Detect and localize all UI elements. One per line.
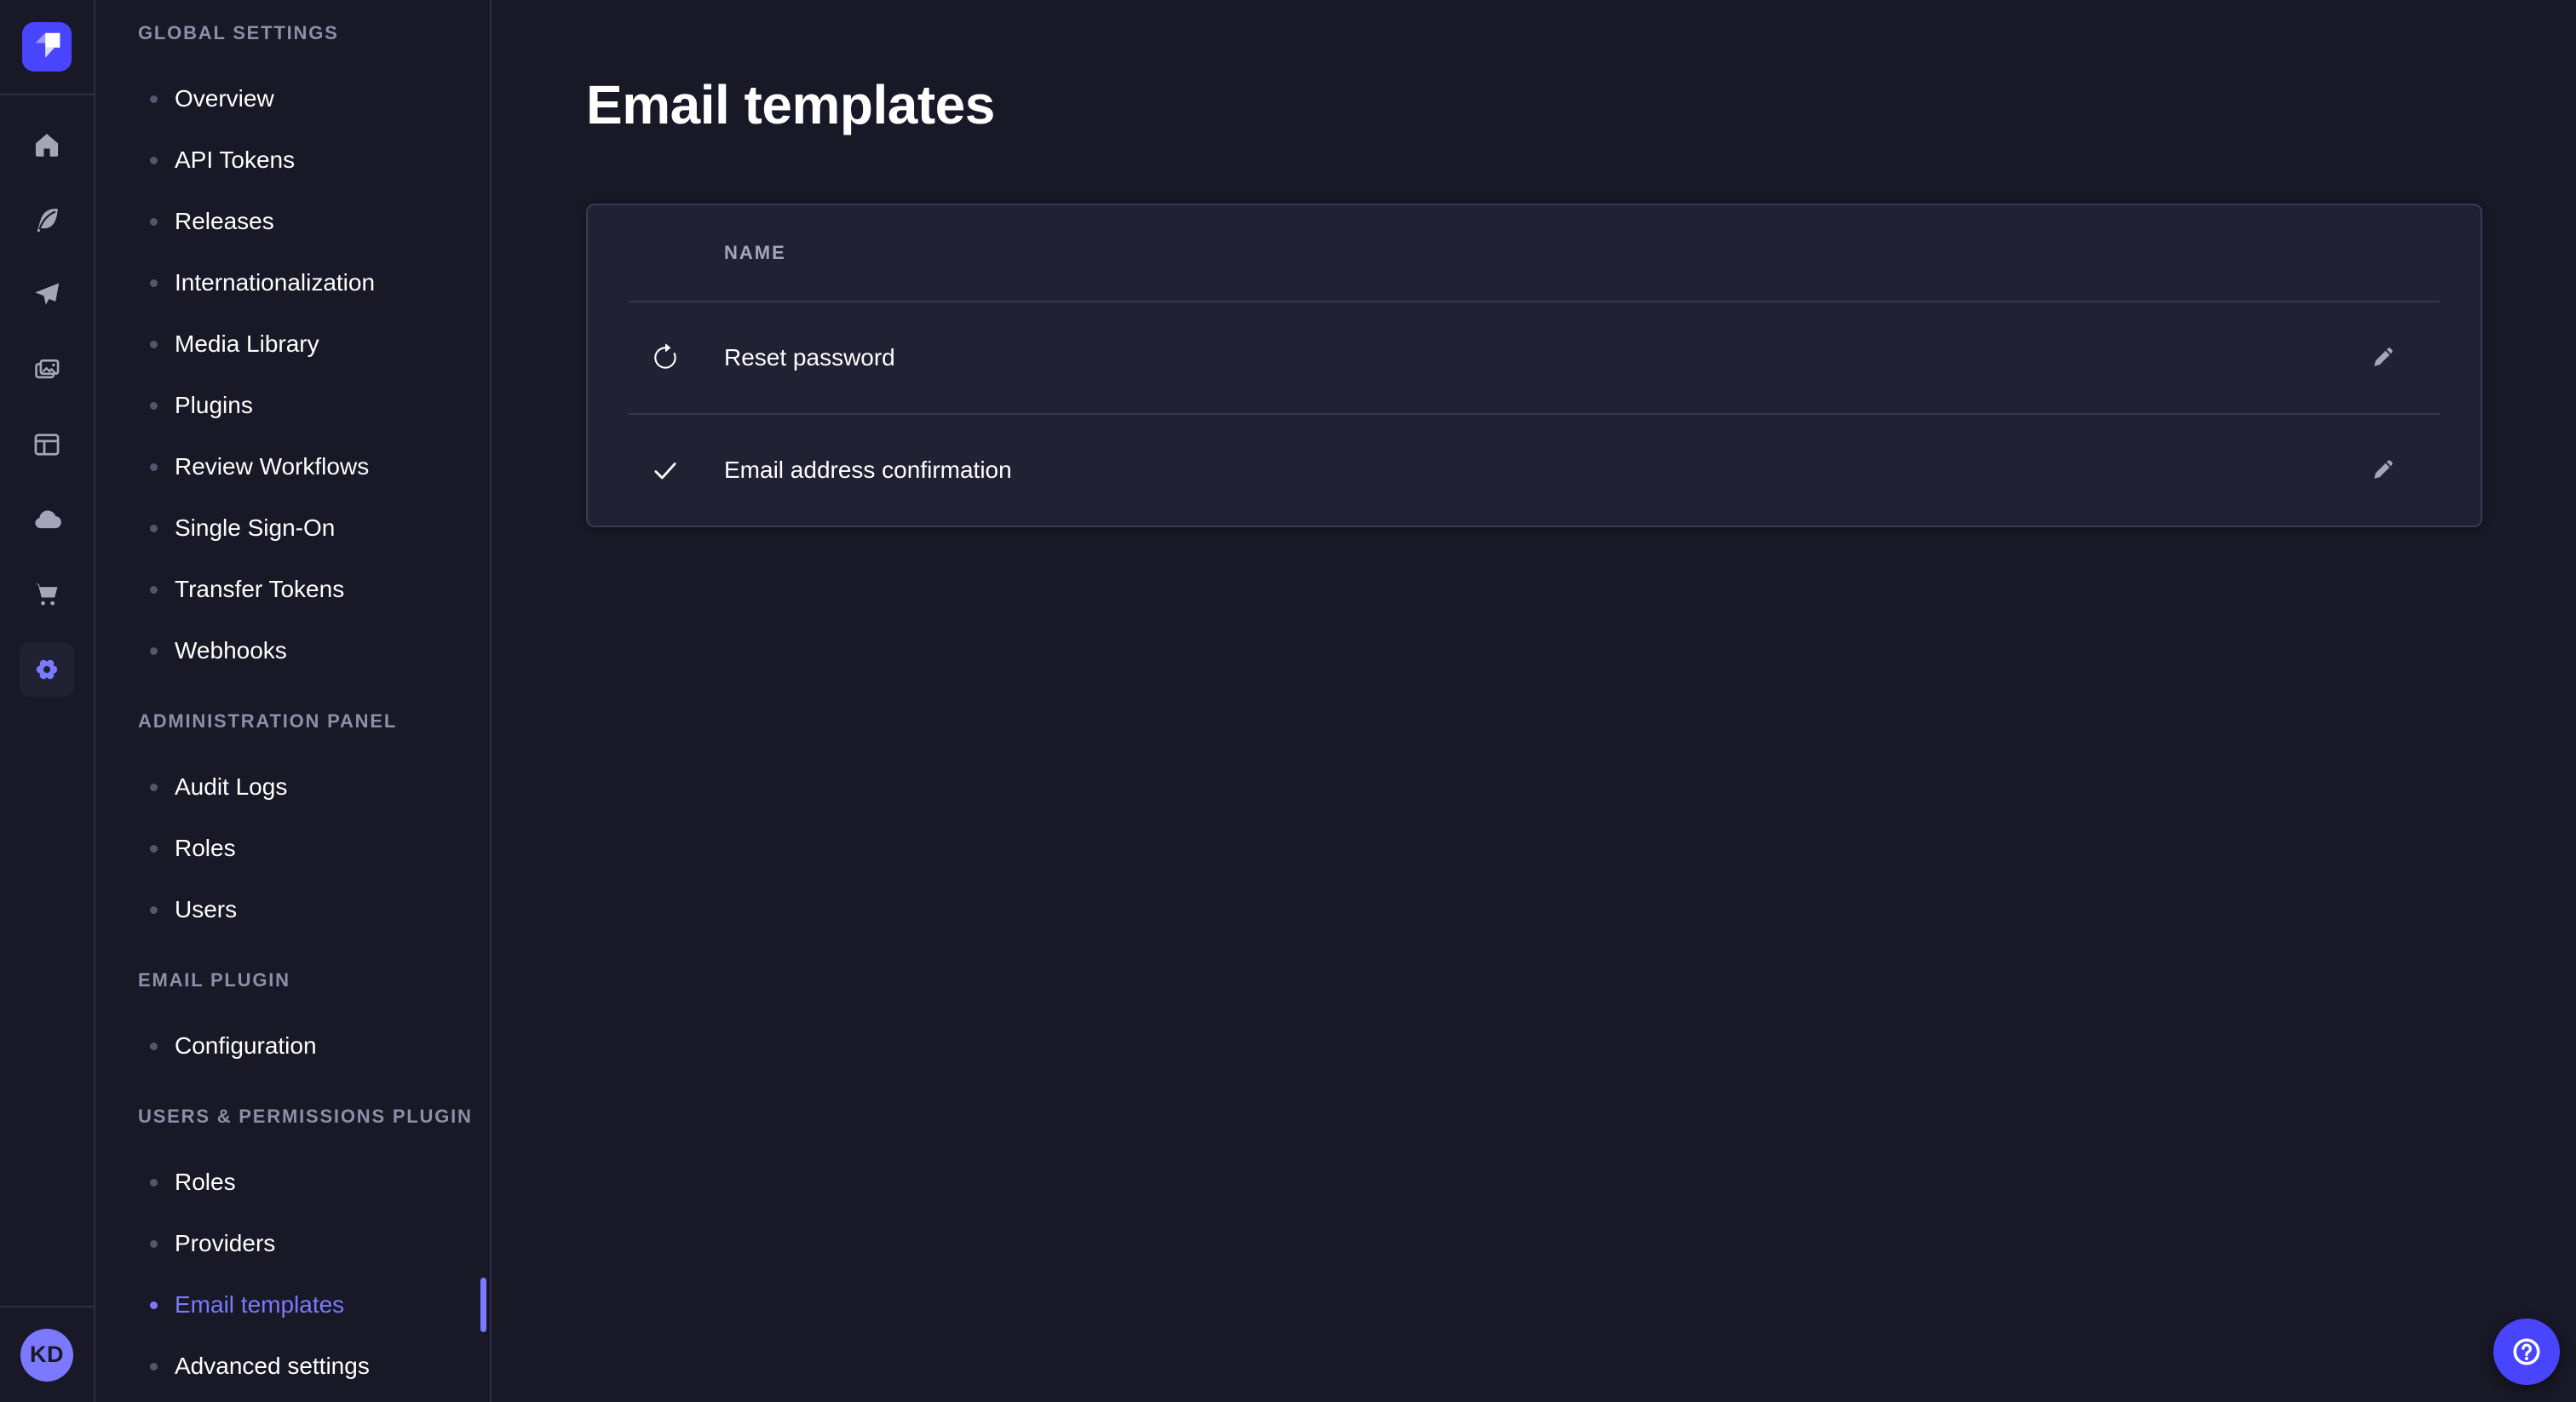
bullet-icon (150, 218, 158, 226)
sidebar-item-label: Users (175, 896, 237, 923)
home-icon[interactable] (20, 118, 74, 172)
template-name: Reset password (724, 344, 895, 371)
bullet-icon (150, 157, 158, 164)
sidebar-item-email-templates[interactable]: Email templates (138, 1274, 490, 1336)
sidebar-item-up-roles[interactable]: Roles (138, 1152, 490, 1213)
column-header-name: NAME (724, 242, 786, 264)
sidebar-item-label: Roles (175, 1169, 236, 1196)
table-row-reset-password: Reset password (588, 302, 2481, 413)
circle-question-icon (2508, 1333, 2545, 1370)
bullet-icon (150, 845, 158, 853)
sidebar-item-advanced-settings[interactable]: Advanced settings (138, 1336, 490, 1397)
logo-container (0, 0, 94, 95)
sidebar-item-label: Providers (175, 1230, 275, 1257)
check-icon (649, 454, 681, 486)
sidebar-item-label: Overview (175, 85, 274, 112)
bullet-icon (150, 586, 158, 594)
bullet-icon (150, 1363, 158, 1370)
section-title: EMAIL PLUGIN (138, 971, 490, 990)
sidebar-item-media-library[interactable]: Media Library (138, 313, 490, 375)
sidebar-item-internationalization[interactable]: Internationalization (138, 252, 490, 313)
section-title: ADMINISTRATION PANEL (138, 712, 490, 731)
feather-icon[interactable] (20, 192, 74, 247)
sidebar-item-email-configuration[interactable]: Configuration (138, 1015, 490, 1077)
user-avatar[interactable]: KD (20, 1329, 73, 1382)
sidebar-item-providers[interactable]: Providers (138, 1213, 490, 1274)
sidebar-item-transfer-tokens[interactable]: Transfer Tokens (138, 559, 490, 620)
sidebar-item-audit-logs[interactable]: Audit Logs (138, 756, 490, 818)
sidebar-item-label: Single Sign-On (175, 514, 335, 542)
sidebar-item-label: API Tokens (175, 147, 295, 174)
bullet-icon (150, 784, 158, 791)
sidebar-item-label: Configuration (175, 1032, 317, 1060)
sidebar-item-label: Advanced settings (175, 1353, 370, 1380)
page-title: Email templates (586, 77, 2482, 133)
template-name: Email address confirmation (724, 457, 1012, 484)
sidebar-item-api-tokens[interactable]: API Tokens (138, 129, 490, 191)
paper-plane-icon[interactable] (20, 267, 74, 322)
active-indicator (480, 1278, 486, 1332)
cloud-icon[interactable] (20, 492, 74, 547)
email-templates-table: NAME Reset password (586, 204, 2482, 527)
gear-icon[interactable] (20, 642, 74, 697)
sidebar-item-label: Media Library (175, 330, 319, 358)
strapi-logo-glyph (22, 22, 72, 72)
pencil-icon (2369, 457, 2396, 484)
refresh-icon (649, 342, 681, 374)
sidebar-item-label: Releases (175, 208, 274, 235)
subnav-section-global-settings: GLOBAL SETTINGS Overview API Tokens Rele… (138, 24, 490, 681)
sidebar-item-plugins[interactable]: Plugins (138, 375, 490, 436)
sidebar-item-label: Webhooks (175, 637, 287, 664)
subnav-section-email-plugin: EMAIL PLUGIN Configuration (138, 971, 490, 1077)
sidebar-item-single-sign-on[interactable]: Single Sign-On (138, 497, 490, 559)
section-title: GLOBAL SETTINGS (138, 24, 490, 43)
cart-icon[interactable] (20, 567, 74, 622)
pencil-icon (2369, 344, 2396, 371)
bullet-icon (150, 906, 158, 914)
sidebar-item-admin-roles[interactable]: Roles (138, 818, 490, 879)
bullet-icon (150, 463, 158, 471)
table-header-row: NAME (588, 205, 2481, 301)
sidebar-item-label: Email templates (175, 1291, 344, 1319)
sidebar-item-releases[interactable]: Releases (138, 191, 490, 252)
help-button[interactable] (2493, 1319, 2560, 1385)
edit-reset-password-button[interactable] (2355, 330, 2410, 385)
sidebar-item-label: Audit Logs (175, 773, 287, 801)
sidebar-item-label: Roles (175, 835, 236, 862)
bullet-icon (150, 647, 158, 655)
main-nav-rail: KD (0, 0, 95, 1402)
sidebar-item-label: Review Workflows (175, 453, 369, 480)
main-content: Email templates NAME Reset password (492, 0, 2576, 1402)
bullet-icon (150, 1043, 158, 1050)
sidebar-item-label: Transfer Tokens (175, 576, 344, 603)
bullet-icon (150, 279, 158, 287)
rail-icon-list (20, 95, 74, 697)
sidebar-item-webhooks[interactable]: Webhooks (138, 620, 490, 681)
sidebar-item-admin-users[interactable]: Users (138, 879, 490, 940)
subnav-section-administration-panel: ADMINISTRATION PANEL Audit Logs Roles Us… (138, 712, 490, 940)
sidebar-item-label: Plugins (175, 392, 253, 419)
strapi-logo-icon[interactable] (22, 22, 72, 72)
bullet-icon (150, 1301, 158, 1309)
bullet-icon (150, 402, 158, 410)
bullet-icon (150, 1179, 158, 1187)
table-row-email-address-confirmation: Email address confirmation (588, 415, 2481, 526)
bullet-icon (150, 95, 158, 103)
edit-email-confirmation-button[interactable] (2355, 443, 2410, 497)
bullet-icon (150, 1240, 158, 1248)
sidebar-item-review-workflows[interactable]: Review Workflows (138, 436, 490, 497)
sidebar-item-label: Internationalization (175, 269, 375, 296)
subnav-section-users-permissions-plugin: USERS & PERMISSIONS PLUGIN Roles Provide… (138, 1107, 490, 1397)
pictures-icon[interactable] (20, 342, 74, 397)
bullet-icon (150, 341, 158, 348)
sidebar-item-overview[interactable]: Overview (138, 68, 490, 129)
section-title: USERS & PERMISSIONS PLUGIN (138, 1107, 490, 1126)
bullet-icon (150, 525, 158, 532)
layout-icon[interactable] (20, 417, 74, 472)
settings-subnav: GLOBAL SETTINGS Overview API Tokens Rele… (95, 0, 492, 1402)
rail-footer: KD (0, 1306, 94, 1402)
